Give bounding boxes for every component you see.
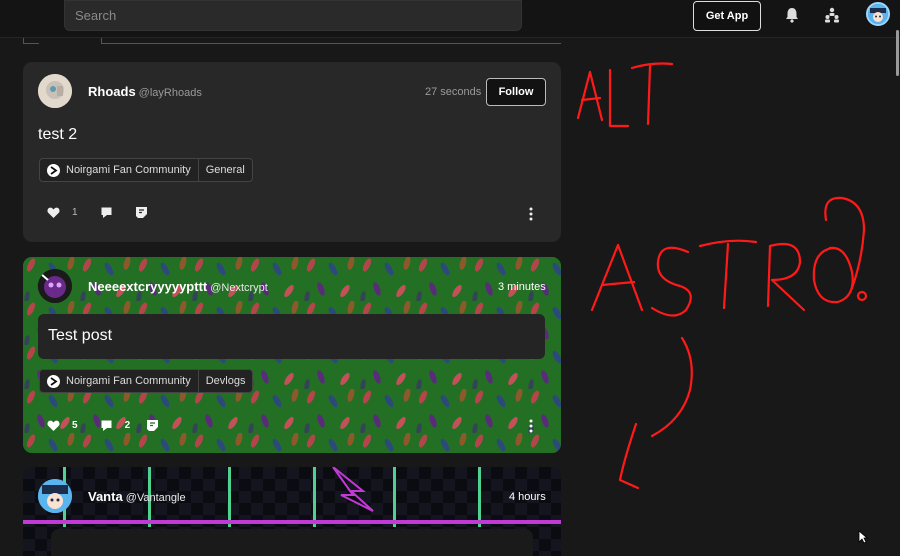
author-name[interactable]: Vanta xyxy=(88,489,123,504)
top-bar: Get App xyxy=(0,0,900,38)
post-card[interactable]: Neeeextcryyyyypttt @Nextcrypt 3 minutes T… xyxy=(23,257,561,453)
author-name[interactable]: Neeeextcryyyyypttt xyxy=(88,279,207,294)
post-time: 4 hours xyxy=(509,491,546,503)
red-annotation-drawing xyxy=(576,62,868,490)
people-icon[interactable] xyxy=(823,6,841,24)
share-button[interactable] xyxy=(135,206,148,219)
post-card[interactable]: Vanta @Vantangle 4 hours xyxy=(23,467,561,556)
heart-icon xyxy=(47,420,60,431)
avatar-face-icon xyxy=(868,4,888,24)
post-avatar[interactable] xyxy=(38,74,72,108)
post-author[interactable]: Vanta @Vantangle xyxy=(88,489,186,504)
post-content: test 2 xyxy=(38,126,78,143)
community-name: Noirgami Fan Community xyxy=(66,164,191,176)
post-content: Test post xyxy=(48,327,113,344)
post-tags: Noirgami Fan Community Devlogs xyxy=(39,369,254,393)
post-card[interactable]: Rhoads @layRhoads 27 seconds Follow test … xyxy=(23,62,561,242)
like-button[interactable]: 1 xyxy=(47,206,78,219)
community-tag[interactable]: Noirgami Fan Community xyxy=(40,159,198,181)
post-content-box xyxy=(51,529,533,556)
scrollbar[interactable] xyxy=(894,0,900,556)
author-name[interactable]: Rhoads xyxy=(88,84,136,99)
channel-tag[interactable]: General xyxy=(197,159,252,181)
share-button[interactable] xyxy=(146,419,159,432)
community-logo-icon xyxy=(47,163,60,177)
post-avatar[interactable] xyxy=(38,479,72,513)
post-time: 3 minutes xyxy=(498,281,546,293)
avatar-image-icon xyxy=(38,269,72,303)
community-tag[interactable]: Noirgami Fan Community xyxy=(40,370,198,392)
post-actions: 5 2 xyxy=(47,419,175,432)
comment-icon xyxy=(101,207,112,218)
profile-avatar[interactable] xyxy=(866,2,890,26)
share-icon xyxy=(135,207,147,218)
like-button[interactable]: 5 xyxy=(47,419,78,432)
avatar-image-icon xyxy=(38,74,72,108)
post-avatar[interactable] xyxy=(38,269,72,303)
more-options-icon[interactable] xyxy=(526,207,536,221)
author-handle[interactable]: @Vantangle xyxy=(126,492,186,504)
search-bar[interactable] xyxy=(64,0,522,31)
like-count: 1 xyxy=(72,207,78,218)
post-author[interactable]: Neeeextcryyyyypttt @Nextcrypt xyxy=(88,279,268,294)
more-options-icon[interactable] xyxy=(526,419,536,433)
author-handle[interactable]: @layRhoads xyxy=(139,87,202,99)
get-app-button[interactable]: Get App xyxy=(693,1,761,31)
comment-icon xyxy=(101,420,112,431)
post-content-box: Test post xyxy=(38,314,545,359)
like-count: 5 xyxy=(72,420,78,431)
post-tags: Noirgami Fan Community General xyxy=(39,158,253,182)
mouse-cursor-icon xyxy=(858,530,868,544)
share-icon xyxy=(147,420,159,431)
post-actions: 1 xyxy=(47,206,164,219)
avatar-image-icon xyxy=(38,479,72,513)
author-handle[interactable]: @Nextcrypt xyxy=(210,282,268,294)
search-input[interactable] xyxy=(65,1,521,30)
comment-button[interactable] xyxy=(100,206,113,219)
heart-icon xyxy=(47,207,60,218)
community-name: Noirgami Fan Community xyxy=(66,375,191,387)
post-time: 27 seconds xyxy=(425,86,482,98)
bell-icon[interactable] xyxy=(783,6,801,24)
post-author[interactable]: Rhoads @layRhoads xyxy=(88,84,202,99)
community-logo-icon xyxy=(47,374,60,388)
follow-button[interactable]: Follow xyxy=(486,78,546,106)
feed-tabs-edge xyxy=(23,38,561,44)
channel-tag[interactable]: Devlogs xyxy=(197,370,253,392)
comment-button[interactable]: 2 xyxy=(100,419,131,432)
scrollbar-thumb[interactable] xyxy=(896,30,899,76)
comment-count: 2 xyxy=(124,420,131,431)
